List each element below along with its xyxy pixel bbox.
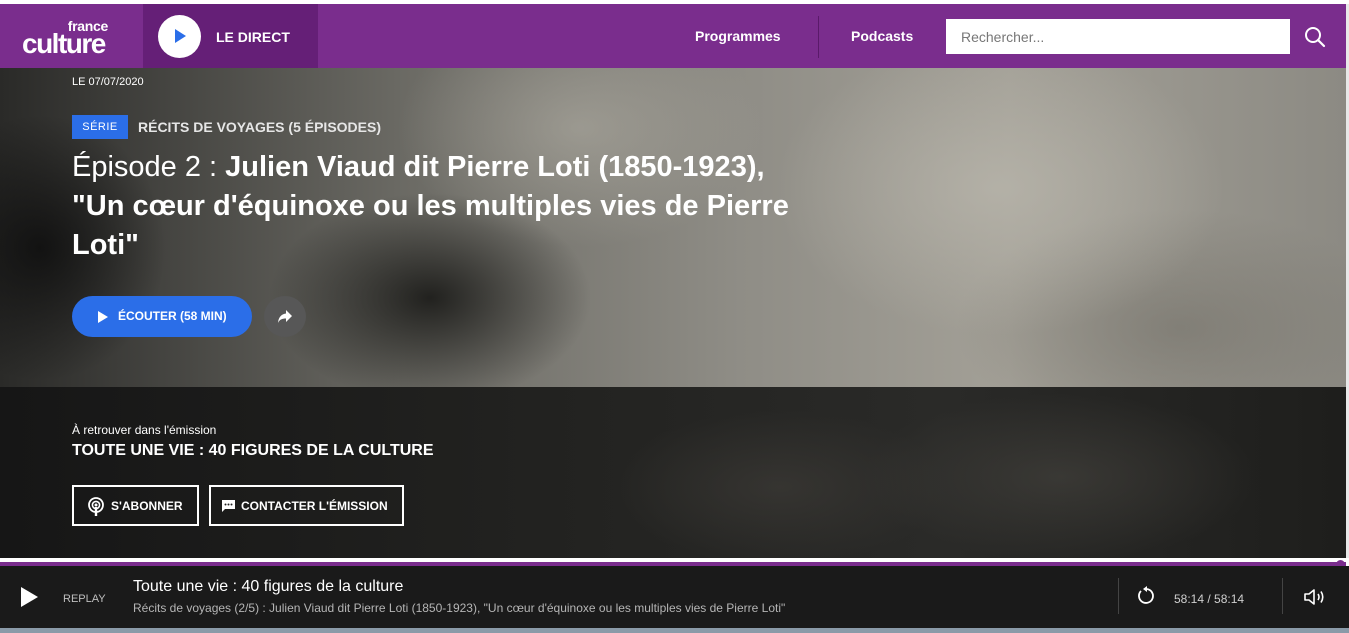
serie-link[interactable]: RÉCITS DE VOYAGES (5 ÉPISODES)	[138, 119, 381, 135]
episode-number: Épisode 2 :	[72, 151, 226, 183]
episode-date: LE 07/07/2020	[72, 76, 144, 88]
page-below-edge	[0, 628, 1349, 633]
chat-icon	[222, 500, 235, 512]
listen-label: ÉCOUTER (58 MIN)	[118, 309, 227, 323]
player-title[interactable]: Toute une vie : 40 figures de la culture	[133, 578, 403, 596]
live-play-button[interactable]	[158, 15, 201, 58]
player-subtitle[interactable]: Récits de voyages (2/5) : Julien Viaud d…	[133, 601, 785, 615]
nav-divider	[818, 16, 819, 58]
contact-button[interactable]: CONTACTER L'ÉMISSION	[209, 485, 404, 526]
audio-player: REPLAY Toute une vie : 40 figures de la …	[0, 566, 1349, 628]
serie-badge: SÉRIE	[72, 115, 128, 139]
episode-hero: LE 07/07/2020 SÉRIE RÉCITS DE VOYAGES (5…	[0, 68, 1346, 558]
logo-main-text: culture	[22, 28, 106, 59]
player-divider	[1282, 578, 1283, 614]
france-culture-logo[interactable]: france culture	[22, 18, 122, 59]
emission-caption: À retrouver dans l'émission	[72, 423, 217, 437]
player-divider	[1118, 578, 1119, 614]
emission-panel	[0, 387, 1346, 558]
search-input[interactable]	[946, 19, 1290, 54]
subscribe-button[interactable]: S'ABONNER	[72, 485, 199, 526]
share-button[interactable]	[264, 296, 306, 337]
play-icon	[98, 311, 108, 323]
play-icon	[21, 587, 38, 607]
nav-podcasts[interactable]: Podcasts	[851, 28, 913, 44]
page-title: Épisode 2 : Julien Viaud dit Pierre Loti…	[72, 148, 812, 265]
site-header: france culture LE DIRECT Programmes Podc…	[0, 4, 1346, 68]
subscribe-label: S'ABONNER	[111, 499, 183, 513]
nav-programmes[interactable]: Programmes	[695, 28, 781, 44]
player-time: 58:14 / 58:14	[1174, 592, 1245, 606]
live-label: LE DIRECT	[216, 29, 290, 45]
emission-link[interactable]: TOUTE UNE VIE : 40 FIGURES DE LA CULTURE	[72, 442, 434, 460]
share-icon	[278, 310, 292, 323]
replay-icon[interactable]	[1137, 586, 1157, 606]
listen-button[interactable]: ÉCOUTER (58 MIN)	[72, 296, 252, 337]
podcast-icon	[88, 497, 104, 516]
player-mode: REPLAY	[63, 593, 106, 605]
live-button[interactable]: LE DIRECT	[143, 4, 318, 68]
contact-label: CONTACTER L'ÉMISSION	[241, 499, 388, 513]
volume-icon[interactable]	[1303, 587, 1327, 607]
play-icon	[175, 29, 186, 43]
search-icon[interactable]	[1304, 26, 1326, 48]
